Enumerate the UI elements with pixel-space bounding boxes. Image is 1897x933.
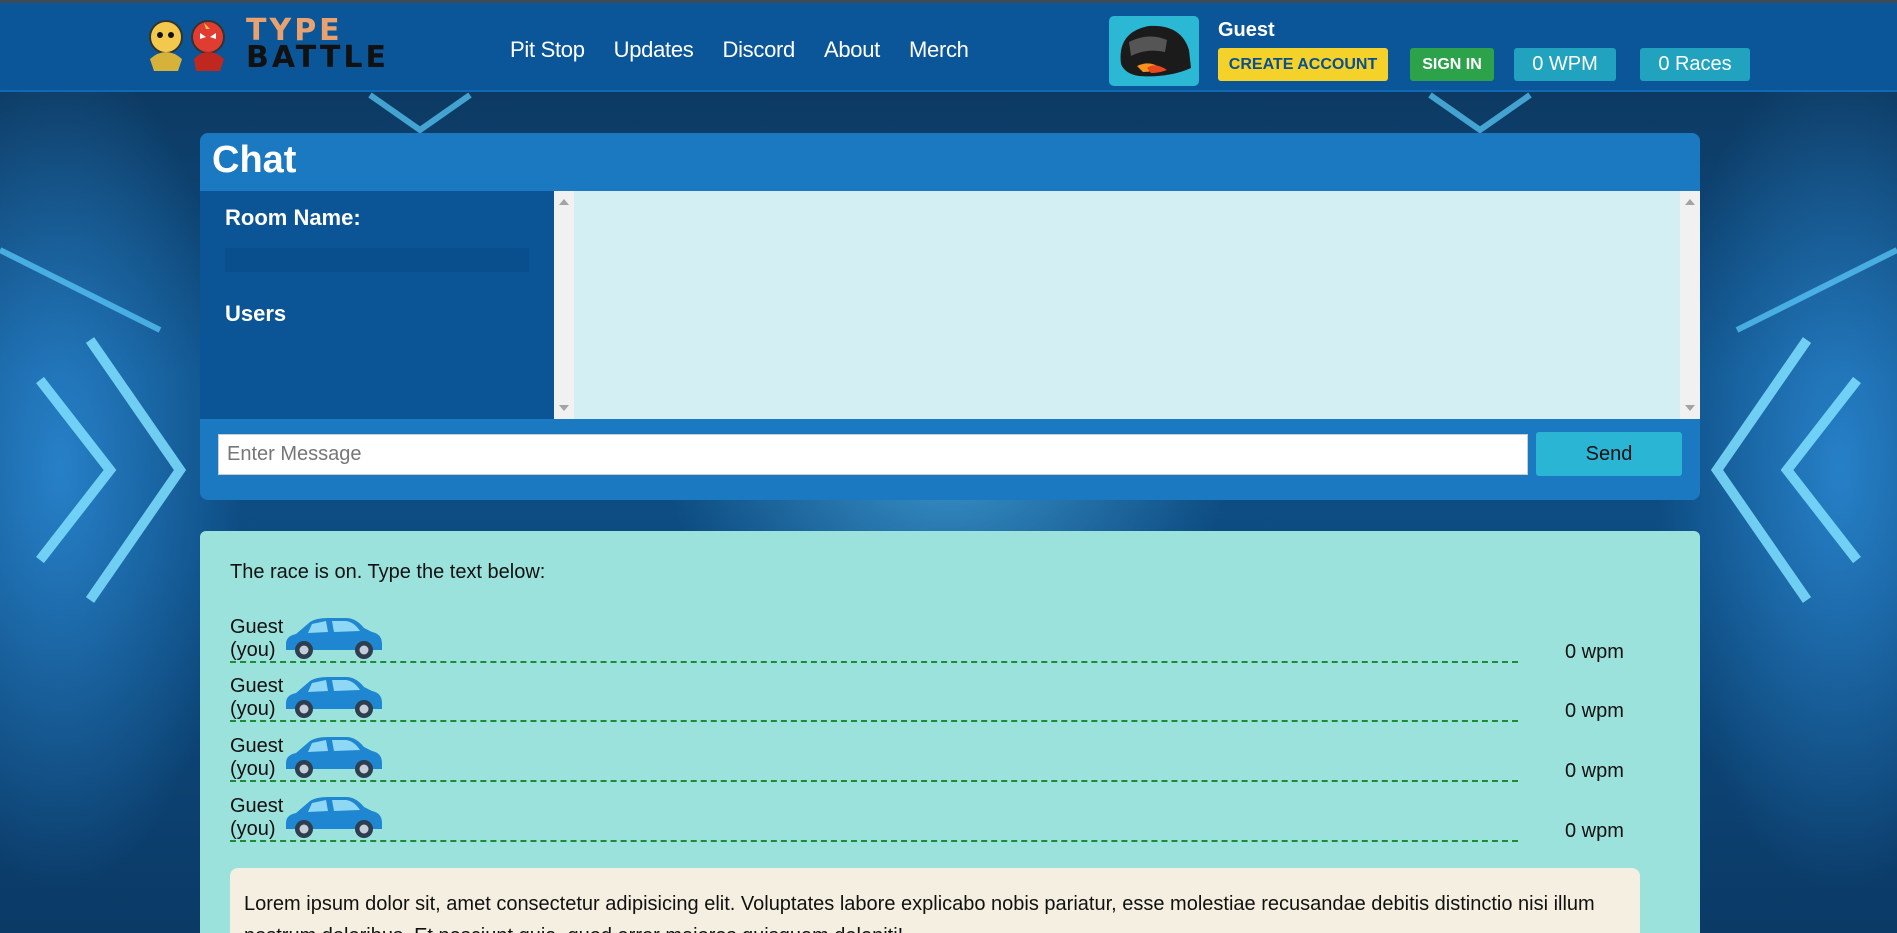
create-account-button[interactable]: CREATE ACCOUNT: [1218, 48, 1388, 81]
username: Guest: [1218, 19, 1275, 41]
helmet-icon: [1120, 25, 1191, 77]
race-track-line: [230, 840, 1518, 842]
chat-title: Chat: [212, 139, 297, 181]
race-text-passage: Lorem ipsum dolor sit, amet consectetur …: [230, 868, 1640, 933]
racer-name: Guest (you): [230, 675, 283, 721]
chat-sidebar: Room Name: Users: [200, 191, 554, 419]
racer-name: Guest (you): [230, 616, 283, 662]
race-instructions: The race is on. Type the text below:: [230, 561, 546, 583]
main-nav: Pit Stop Updates Discord About Merch: [510, 37, 998, 63]
racer-name: Guest (you): [230, 795, 283, 841]
racer-name: Guest (you): [230, 735, 283, 781]
room-name-label: Room Name:: [225, 205, 361, 230]
racer-name-text: Guest: [230, 675, 284, 697]
race-car-icon: [286, 797, 382, 838]
racer-tag: (you): [230, 698, 276, 720]
send-button[interactable]: Send: [1536, 432, 1682, 476]
race-track-line: [230, 720, 1518, 722]
scroll-down-icon[interactable]: [1685, 405, 1695, 411]
sign-in-button[interactable]: SIGN IN: [1410, 48, 1494, 81]
nav-pit-stop[interactable]: Pit Stop: [510, 37, 585, 63]
nav-updates[interactable]: Updates: [614, 37, 694, 63]
race-lane: Guest (you) 0 wpm: [230, 793, 1670, 853]
race-lane: Guest (you) 0 wpm: [230, 733, 1670, 793]
nav-discord[interactable]: Discord: [723, 37, 796, 63]
race-car-icon: [286, 737, 382, 778]
race-lane: Guest (you) 0 wpm: [230, 614, 1670, 674]
message-input[interactable]: [218, 434, 1528, 475]
top-navbar: TYPE BATTLE Pit Stop Updates Discord Abo…: [0, 0, 1897, 92]
race-track-line: [230, 780, 1518, 782]
mascot-icon: [149, 20, 225, 71]
racer-wpm: 0 wpm: [1565, 760, 1624, 782]
racer-wpm: 0 wpm: [1565, 641, 1624, 663]
chat-messages-area[interactable]: [554, 191, 1700, 419]
scroll-up-icon[interactable]: [559, 199, 569, 205]
racer-tag: (you): [230, 758, 276, 780]
logo-text: TYPE BATTLE: [246, 15, 389, 73]
scrollbar-left[interactable]: [554, 191, 574, 419]
racer-wpm: 0 wpm: [1565, 820, 1624, 842]
type-battle-logo[interactable]: TYPE BATTLE: [138, 15, 386, 77]
room-name-field[interactable]: [225, 248, 529, 272]
scrollbar-right[interactable]: [1680, 191, 1700, 419]
nav-about[interactable]: About: [824, 37, 880, 63]
racer-wpm: 0 wpm: [1565, 700, 1624, 722]
racer-tag: (you): [230, 818, 276, 840]
users-label: Users: [225, 301, 287, 326]
race-lane: Guest (you) 0 wpm: [230, 673, 1670, 733]
wpm-badge: 0 WPM: [1514, 48, 1616, 81]
scroll-up-icon[interactable]: [1685, 199, 1695, 205]
racer-name-text: Guest: [230, 735, 284, 757]
race-car-icon: [286, 677, 382, 718]
logo-line-battle: BATTLE: [246, 40, 389, 75]
avatar[interactable]: [1109, 16, 1199, 86]
racer-tag: (you): [230, 639, 276, 661]
races-badge: 0 Races: [1640, 48, 1750, 81]
chat-panel: Chat Room Name: Users Send: [200, 133, 1700, 500]
race-panel: The race is on. Type the text below: Gue…: [200, 531, 1700, 933]
race-track-line: [230, 661, 1518, 663]
racer-name-text: Guest: [230, 795, 284, 817]
nav-merch[interactable]: Merch: [909, 37, 969, 63]
scroll-down-icon[interactable]: [559, 405, 569, 411]
race-car-icon: [286, 618, 382, 659]
racer-name-text: Guest: [230, 616, 284, 638]
